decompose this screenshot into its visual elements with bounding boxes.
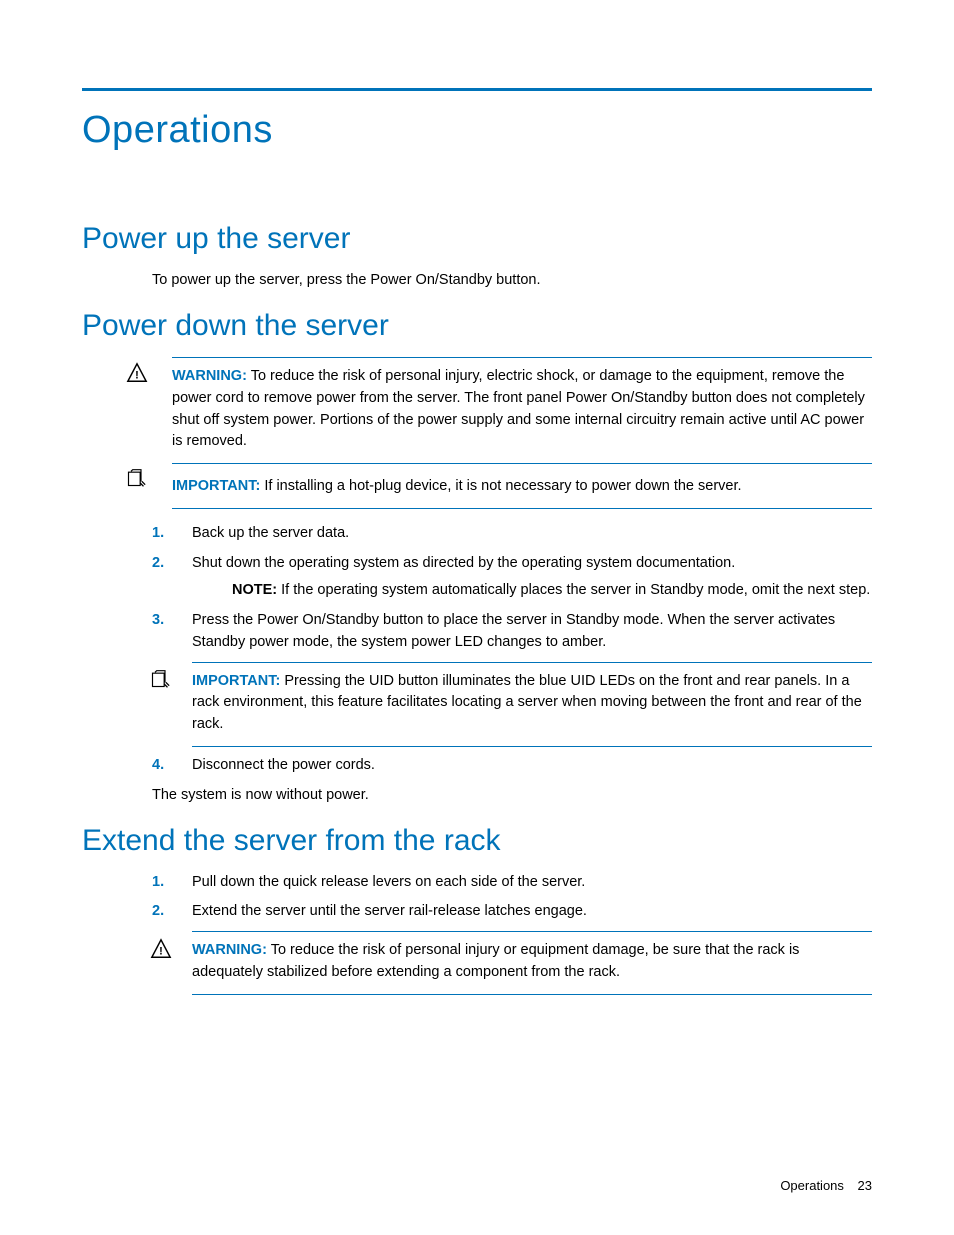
important-callout: IMPORTANT: If installing a hot-plug devi…: [172, 464, 872, 509]
section-heading-power-up: Power up the server: [82, 222, 872, 256]
warning-text: WARNING: To reduce the risk of personal …: [172, 366, 872, 453]
page-content: Operations Power up the server To power …: [0, 0, 954, 995]
note-label: NOTE:: [232, 582, 277, 598]
step-number: 1.: [152, 523, 164, 545]
important-body: If installing a hot-plug device, it is n…: [264, 478, 741, 494]
step-number: 3.: [152, 610, 164, 632]
top-rule: [82, 88, 872, 91]
power-down-steps: 1. Back up the server data. 2. Shut down…: [152, 523, 872, 777]
svg-text:!: !: [135, 370, 139, 382]
note-callout: NOTE: If the operating system automatica…: [232, 580, 872, 602]
warning-callout: ! WARNING: To reduce the risk of persona…: [172, 357, 872, 464]
list-item: 1. Back up the server data.: [152, 523, 872, 545]
footer-section: Operations: [780, 1178, 844, 1193]
step-text: Disconnect the power cords.: [192, 757, 375, 773]
step-text: Shut down the operating system as direct…: [192, 555, 735, 571]
warning-label: WARNING:: [172, 368, 247, 384]
chapter-title: Operations: [82, 109, 872, 152]
warning-icon: !: [126, 362, 150, 386]
power-down-closing: The system is now without power.: [152, 785, 872, 806]
page-footer: Operations 23: [780, 1178, 872, 1193]
step-number: 2.: [152, 553, 164, 575]
list-item: 3. Press the Power On/Standby button to …: [152, 610, 872, 747]
list-item: 2. Shut down the operating system as dir…: [152, 553, 872, 603]
footer-page-number: 23: [858, 1178, 872, 1193]
list-item: 1. Pull down the quick release levers on…: [152, 872, 872, 894]
list-item: 4. Disconnect the power cords.: [152, 755, 872, 777]
step-number: 1.: [152, 872, 164, 894]
important-text: IMPORTANT: If installing a hot-plug devi…: [172, 476, 872, 498]
power-up-body: To power up the server, press the Power …: [152, 270, 872, 291]
svg-text:!: !: [159, 946, 163, 958]
warning-icon: !: [150, 938, 172, 960]
important-text: IMPORTANT: Pressing the UID button illum…: [192, 671, 872, 736]
step-text: Back up the server data.: [192, 525, 349, 541]
note-body: If the operating system automatically pl…: [281, 582, 870, 598]
important-icon: [126, 468, 150, 492]
important-label: IMPORTANT:: [192, 673, 280, 689]
section-heading-power-down: Power down the server: [82, 309, 872, 343]
list-item: 2. Extend the server until the server ra…: [152, 901, 872, 994]
warning-body: To reduce the risk of personal injury, e…: [172, 368, 865, 449]
step-text: Pull down the quick release levers on ea…: [192, 874, 585, 890]
step-text: Press the Power On/Standby button to pla…: [192, 612, 835, 650]
important-body: Pressing the UID button illuminates the …: [192, 673, 862, 733]
section-heading-extend: Extend the server from the rack: [82, 824, 872, 858]
step-number: 2.: [152, 901, 164, 923]
warning-body: To reduce the risk of personal injury or…: [192, 942, 799, 980]
important-label: IMPORTANT:: [172, 478, 260, 494]
extend-steps: 1. Pull down the quick release levers on…: [152, 872, 872, 995]
important-icon: [150, 669, 172, 691]
step-text: Extend the server until the server rail-…: [192, 903, 587, 919]
warning-text: WARNING: To reduce the risk of personal …: [192, 940, 872, 984]
important-callout: IMPORTANT: Pressing the UID button illum…: [192, 662, 872, 747]
warning-label: WARNING:: [192, 942, 267, 958]
warning-callout: ! WARNING: To reduce the risk of persona…: [192, 931, 872, 995]
step-number: 4.: [152, 755, 164, 777]
